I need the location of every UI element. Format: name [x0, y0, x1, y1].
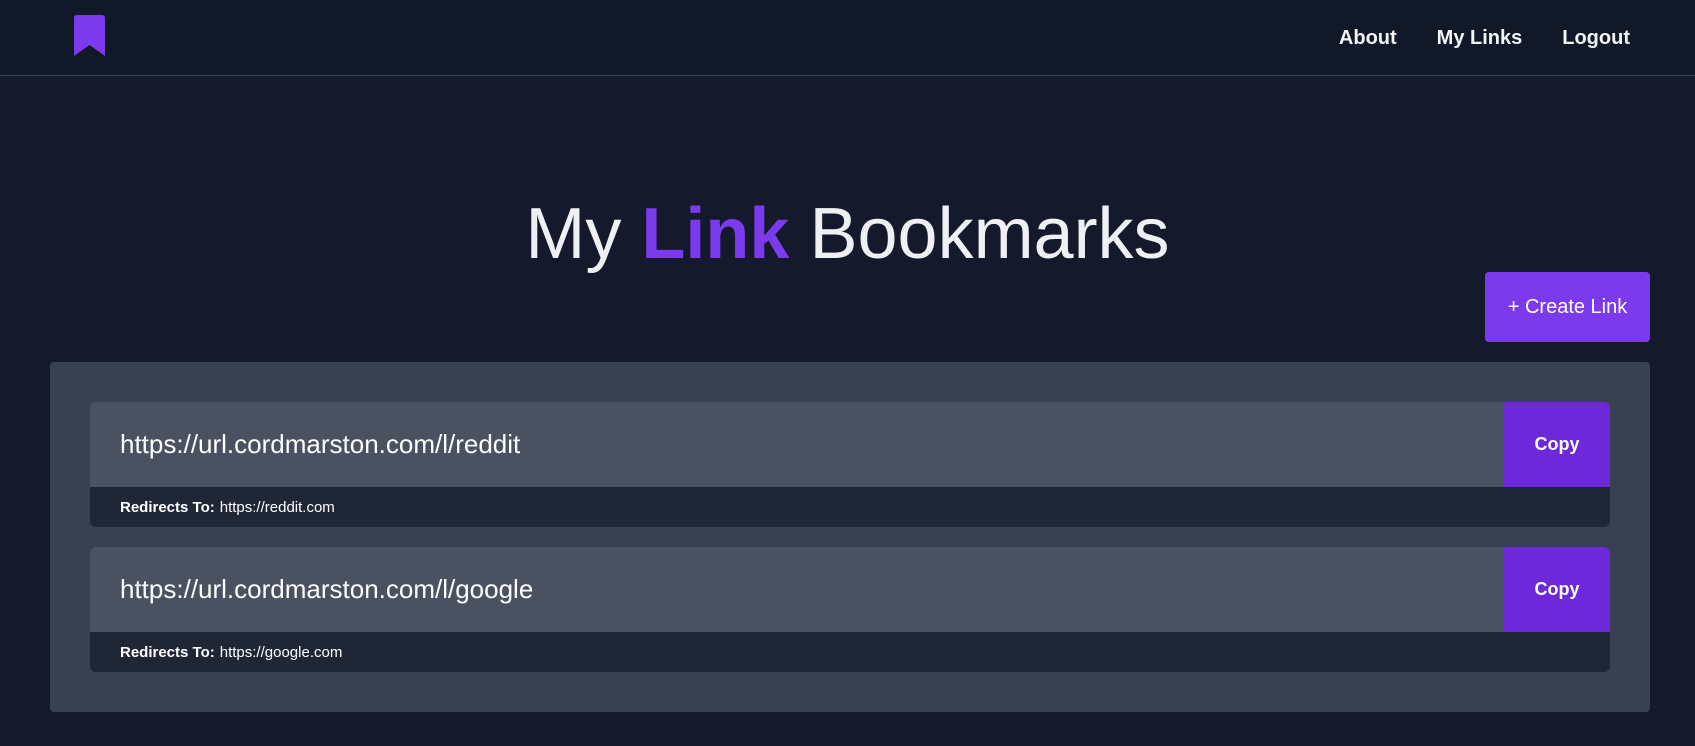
nav-link-logout[interactable]: Logout	[1562, 28, 1630, 48]
link-card-header: https://url.cordmarston.com/l/google Cop…	[90, 547, 1610, 632]
short-url: https://url.cordmarston.com/l/google	[120, 574, 534, 604]
redirect-url: https://google.com	[219, 643, 343, 661]
title-accent: Link	[641, 194, 790, 274]
page-title: My Link Bookmarks	[0, 190, 1695, 278]
nav-link-my-links[interactable]: My Links	[1437, 28, 1523, 48]
copy-button[interactable]: Copy	[1504, 547, 1610, 632]
title-prefix: My	[525, 194, 622, 274]
redirect-info: Redirects To: https://reddit.com	[120, 487, 335, 527]
title-suffix: Bookmarks	[809, 194, 1170, 274]
link-card: https://url.cordmarston.com/l/google Cop…	[90, 547, 1610, 672]
bookmark-icon[interactable]	[74, 15, 105, 56]
redirect-label: Redirects To:	[120, 498, 215, 516]
link-card-header: https://url.cordmarston.com/l/reddit Cop…	[90, 402, 1610, 487]
links-panel: https://url.cordmarston.com/l/reddit Cop…	[50, 362, 1650, 712]
navbar: About My Links Logout	[0, 0, 1695, 76]
nav-links: About My Links Logout	[1339, 0, 1630, 76]
nav-link-about[interactable]: About	[1339, 28, 1397, 48]
create-link-button[interactable]: + Create Link	[1485, 272, 1650, 342]
redirect-info: Redirects To: https://google.com	[120, 632, 342, 672]
short-url: https://url.cordmarston.com/l/reddit	[120, 429, 521, 459]
redirect-label: Redirects To:	[120, 643, 215, 661]
copy-button[interactable]: Copy	[1504, 402, 1610, 487]
redirect-url: https://reddit.com	[219, 498, 335, 516]
link-card: https://url.cordmarston.com/l/reddit Cop…	[90, 402, 1610, 527]
